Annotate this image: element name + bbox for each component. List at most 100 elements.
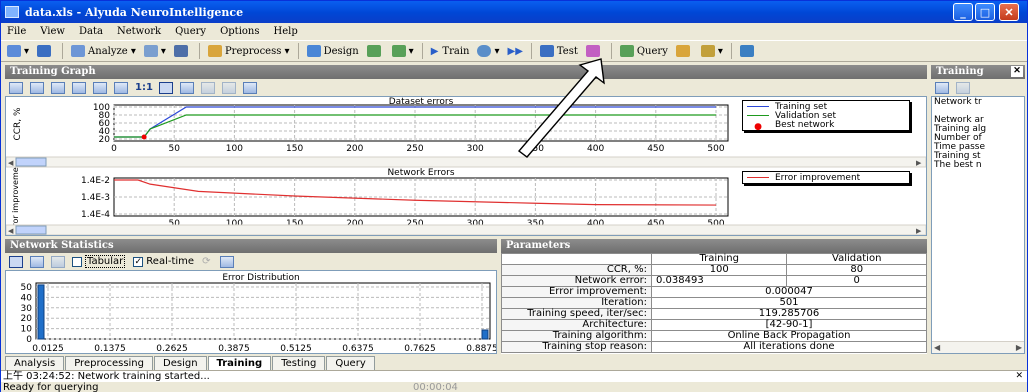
x-tick-label: 0.7625 xyxy=(404,344,436,353)
close-button[interactable]: ✕ xyxy=(999,3,1019,21)
realtime-checkbox[interactable]: ✓ xyxy=(133,256,144,267)
menu-network[interactable]: Network xyxy=(117,26,161,37)
design-icon xyxy=(306,45,321,57)
x-tick-label: 0.3875 xyxy=(218,344,250,353)
main-toolbar: ▾ Analyze ▾ ▾ Preprocess ▾ Design ▾ ▶ Tra… xyxy=(1,40,1027,62)
param-value: [42-90-1] xyxy=(651,319,927,331)
menu-query[interactable]: Query xyxy=(175,26,206,37)
grid-button[interactable]: ▾ xyxy=(143,45,166,57)
design-chart-button[interactable] xyxy=(366,45,384,57)
chart-icon xyxy=(366,45,381,57)
analyze-button[interactable]: Analyze ▾ xyxy=(71,45,136,57)
param-row: Training algorithm: Online Back Propagati… xyxy=(501,330,927,342)
zoom-out-icon[interactable] xyxy=(114,81,128,94)
menu-data[interactable]: Data xyxy=(79,26,103,37)
maximize-button[interactable]: □ xyxy=(975,3,995,21)
params-header-row: Training Validation xyxy=(501,253,927,265)
preprocess-button[interactable]: Preprocess ▾ xyxy=(207,45,290,57)
side-save-icon[interactable] xyxy=(935,81,949,94)
copy-graph-icon[interactable] xyxy=(30,81,44,94)
param-row-network-error: Network error: 0.038493 0 xyxy=(501,275,927,287)
play-icon: ▶ xyxy=(430,45,439,57)
tab-training[interactable]: Training xyxy=(207,356,272,370)
best-network-marker xyxy=(141,134,147,140)
train-options-button[interactable]: ▾ xyxy=(477,45,500,57)
export-button[interactable] xyxy=(675,45,693,57)
status-text: Ready for querying xyxy=(3,382,99,392)
test-options-button[interactable] xyxy=(585,45,603,57)
save-button[interactable] xyxy=(37,45,54,57)
menu-help[interactable]: Help xyxy=(274,26,298,37)
side-copy-icon[interactable] xyxy=(956,81,970,94)
param-label: Architecture: xyxy=(501,319,652,331)
tools-button[interactable]: ▾ xyxy=(700,45,723,57)
tab-testing[interactable]: Testing xyxy=(272,356,326,370)
menu-options[interactable]: Options xyxy=(220,26,259,37)
export-icon xyxy=(675,45,690,57)
view-tabs: Analysis Preprocessing Design Training T… xyxy=(5,356,376,370)
graph-lr-icon[interactable] xyxy=(221,81,236,94)
output-log: 上午 03:24:52: Network training started...… xyxy=(1,370,1027,382)
x-tick-label: 0 xyxy=(111,144,117,154)
bar-chart-icon[interactable] xyxy=(30,255,44,268)
minimize-button[interactable]: _ xyxy=(953,3,973,21)
menu-view[interactable]: View xyxy=(40,26,65,37)
graph-toolbar: 1:1 xyxy=(5,79,927,96)
save-graph-icon[interactable] xyxy=(9,81,23,94)
save-icon xyxy=(37,45,52,57)
tabular-checkbox[interactable] xyxy=(72,256,82,267)
test-button[interactable]: Test xyxy=(539,45,578,57)
extra-button[interactable] xyxy=(739,45,757,57)
zoom-area-icon[interactable] xyxy=(93,81,107,94)
param-value: 119.285706 xyxy=(651,308,927,320)
test-icon xyxy=(539,45,554,57)
x-tick-label: 0.0125 xyxy=(32,344,64,353)
tab-query[interactable]: Query xyxy=(326,356,375,370)
col-validation: Validation xyxy=(786,253,927,265)
refresh-icon[interactable]: ⟳ xyxy=(202,256,210,267)
design-button[interactable]: Design xyxy=(306,45,359,57)
dataset-errors-title: Dataset errors xyxy=(389,97,454,107)
menu-file[interactable]: File xyxy=(7,26,26,37)
zoom-reset-button[interactable]: 1:1 xyxy=(135,82,153,93)
network-y-axis-label: Error improvement xyxy=(11,159,20,235)
tab-analysis[interactable]: Analysis xyxy=(5,356,65,370)
grid-toggle-icon[interactable] xyxy=(242,81,257,94)
stats-table-icon[interactable] xyxy=(51,255,65,268)
close-panel-icon[interactable]: ✕ xyxy=(1011,66,1023,77)
open-button[interactable]: ▾ xyxy=(7,45,29,57)
tab-preprocessing[interactable]: Preprocessing xyxy=(65,356,153,370)
query-button[interactable]: Query xyxy=(619,45,668,57)
param-label: Iteration: xyxy=(501,297,652,309)
edit-graph-icon[interactable] xyxy=(51,81,65,94)
param-label: Training stop reason: xyxy=(501,341,652,353)
param-value: All iterations done xyxy=(651,341,927,353)
train-button[interactable]: ▶ Train xyxy=(431,46,470,57)
x-tick-label: 50 xyxy=(168,144,180,154)
x-tick-label: 0.1375 xyxy=(94,344,126,353)
title-bar[interactable]: data.xls - Alyuda NeuroIntelligence _ □ … xyxy=(1,1,1027,23)
side-scrollbar[interactable]: ◀ ▶ xyxy=(932,341,1024,353)
param-row: Error improvement: 0.000047 xyxy=(501,286,927,298)
legend-toggle-icon[interactable] xyxy=(158,81,173,94)
tabular-label: Tabular xyxy=(85,255,126,268)
graph-lc-icon[interactable] xyxy=(200,81,215,94)
status-timer: 00:00:04 xyxy=(413,382,458,392)
stats-grid-icon[interactable] xyxy=(220,255,235,268)
histogram-icon[interactable] xyxy=(9,255,23,268)
graph-view-icon[interactable] xyxy=(179,81,194,94)
fast-forward-button[interactable]: ▶▶ xyxy=(508,46,523,57)
y-tick-label: 20 xyxy=(99,135,111,145)
y-tick-label: 50 xyxy=(21,283,33,293)
close-output-icon[interactable]: ✕ xyxy=(1015,371,1023,382)
param-row: Architecture: [42-90-1] xyxy=(501,319,927,331)
extra-icon xyxy=(739,45,754,57)
tab-design[interactable]: Design xyxy=(154,356,207,370)
design-options-button[interactable]: ▾ xyxy=(391,45,414,57)
table-button[interactable] xyxy=(173,45,191,57)
dataset-y-axis-label: CCR, % xyxy=(13,107,23,141)
zoom-in-icon[interactable] xyxy=(72,81,86,94)
param-label: CCR, %: xyxy=(501,264,652,276)
stats-toolbar: Tabular ✓ Real-time ⟳ xyxy=(5,253,497,270)
open-icon xyxy=(7,45,21,57)
